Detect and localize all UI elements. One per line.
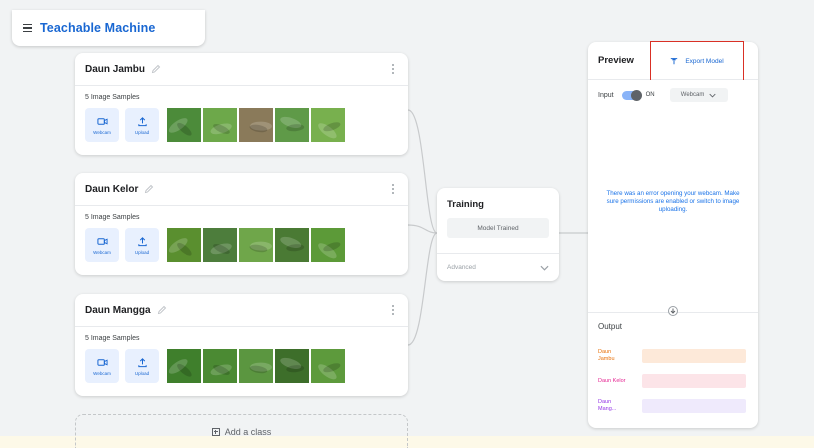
webcam-button[interactable]: Webcam [85, 228, 119, 262]
sample-thumbnail[interactable] [203, 349, 237, 383]
pencil-icon[interactable] [151, 64, 161, 74]
sample-thumbnail[interactable] [275, 228, 309, 262]
sample-thumbnails [167, 349, 345, 383]
video-camera-icon [96, 358, 108, 366]
app-header: Teachable Machine [12, 10, 205, 46]
sample-row: Webcam Upload [85, 108, 398, 142]
class-card-body: 5 Image Samples Webcam Upload [75, 327, 408, 391]
input-source-select[interactable]: Webcam [669, 88, 728, 102]
upload-button[interactable]: Upload [125, 228, 159, 262]
video-camera-icon [96, 117, 108, 125]
expand-output-button[interactable] [668, 306, 678, 316]
confidence-bar [642, 349, 746, 363]
output-class-label: Daun Kelor [598, 377, 626, 384]
input-row: Input ON Webcam [588, 80, 758, 102]
webcam-label: Webcam [93, 129, 111, 135]
class-card-header: Daun Jambu [75, 53, 408, 86]
sample-thumbnail[interactable] [167, 228, 201, 262]
sample-thumbnail[interactable] [275, 349, 309, 383]
class-card: Daun Kelor 5 Image Samples Webcam Upload [75, 173, 408, 275]
sample-thumbnail[interactable] [239, 108, 273, 142]
sample-count: 5 Image Samples [85, 335, 140, 342]
arrow-down-icon [670, 308, 676, 314]
video-camera-icon [96, 237, 108, 245]
sample-thumbnails [167, 108, 345, 142]
training-title: Training [447, 199, 484, 210]
webcam-error-message: There was an error opening your webcam. … [606, 190, 740, 214]
sample-thumbnail[interactable] [275, 108, 309, 142]
chevron-down-icon [709, 93, 716, 98]
class-name[interactable]: Daun Jambu [85, 64, 145, 75]
output-row: Daun Jambu [598, 345, 748, 367]
preview-title: Preview [598, 55, 634, 66]
more-options-icon[interactable] [392, 305, 394, 315]
sample-count: 5 Image Samples [85, 94, 140, 101]
sample-thumbnail[interactable] [239, 228, 273, 262]
export-model-button[interactable]: Export Model [650, 41, 744, 80]
class-card-header: Daun Mangga [75, 294, 408, 327]
preview-header: Preview Export Model [588, 41, 758, 80]
add-box-icon [211, 427, 220, 436]
input-toggle[interactable] [621, 89, 642, 101]
sample-thumbnail[interactable] [167, 108, 201, 142]
sample-thumbnail[interactable] [311, 349, 345, 383]
more-options-icon[interactable] [392, 64, 394, 74]
export-model-label: Export Model [685, 57, 724, 65]
sample-thumbnail[interactable] [203, 228, 237, 262]
upload-label: Upload [134, 129, 150, 135]
pencil-icon[interactable] [157, 305, 167, 315]
advanced-label: Advanced [447, 264, 476, 271]
toggle-state-label: ON [645, 92, 655, 98]
hamburger-menu-icon[interactable] [23, 23, 32, 33]
app-title: Teachable Machine [40, 21, 156, 35]
train-model-button[interactable]: Model Trained [447, 218, 549, 238]
class-name[interactable]: Daun Kelor [85, 184, 138, 195]
preview-panel: Preview Export Model Input ON Webcam The… [588, 41, 758, 428]
export-upload-icon [671, 57, 678, 65]
sample-thumbnail[interactable] [239, 349, 273, 383]
webcam-button[interactable]: Webcam [85, 349, 119, 383]
upload-icon [137, 357, 147, 367]
confidence-bar [642, 374, 746, 388]
class-card: Daun Jambu 5 Image Samples Webcam Upload [75, 53, 408, 155]
chevron-down-icon [540, 265, 549, 271]
class-card-body: 5 Image Samples Webcam Upload [75, 206, 408, 270]
class-card-body: 5 Image Samples Webcam Upload [75, 86, 408, 150]
webcam-label: Webcam [93, 370, 111, 376]
webcam-label: Webcam [93, 249, 111, 255]
sample-thumbnail[interactable] [311, 228, 345, 262]
advanced-toggle[interactable]: Advanced [437, 253, 559, 281]
more-options-icon[interactable] [392, 184, 394, 194]
upload-label: Upload [134, 249, 150, 255]
confidence-bar [642, 399, 746, 413]
output-class-label: Daun Mang... [598, 399, 617, 412]
webcam-button[interactable]: Webcam [85, 108, 119, 142]
add-class-label: Add a class [224, 426, 272, 437]
input-source-value: Webcam [680, 92, 705, 98]
sample-count: 5 Image Samples [85, 214, 140, 221]
upload-button[interactable]: Upload [125, 349, 159, 383]
class-card-header: Daun Kelor [75, 173, 408, 206]
sample-thumbnail[interactable] [311, 108, 345, 142]
class-name[interactable]: Daun Mangga [85, 305, 151, 316]
pencil-icon[interactable] [144, 184, 154, 194]
upload-icon [137, 116, 147, 126]
sample-thumbnail[interactable] [167, 349, 201, 383]
sample-row: Webcam Upload [85, 228, 398, 262]
output-row: Daun Mang... [598, 395, 748, 417]
output-row: Daun Kelor [598, 370, 748, 392]
sample-thumbnail[interactable] [203, 108, 237, 142]
add-class-button[interactable]: Add a class [75, 414, 408, 448]
class-card: Daun Mangga 5 Image Samples Webcam Uploa… [75, 294, 408, 396]
upload-icon [137, 236, 147, 246]
upload-label: Upload [134, 370, 150, 376]
output-class-label: Daun Jambu [598, 349, 615, 362]
sample-thumbnails [167, 228, 345, 262]
training-card: Training Model Trained Advanced [437, 188, 559, 281]
input-label: Input [598, 91, 614, 99]
output-title: Output [598, 322, 623, 331]
sample-row: Webcam Upload [85, 349, 398, 383]
upload-button[interactable]: Upload [125, 108, 159, 142]
